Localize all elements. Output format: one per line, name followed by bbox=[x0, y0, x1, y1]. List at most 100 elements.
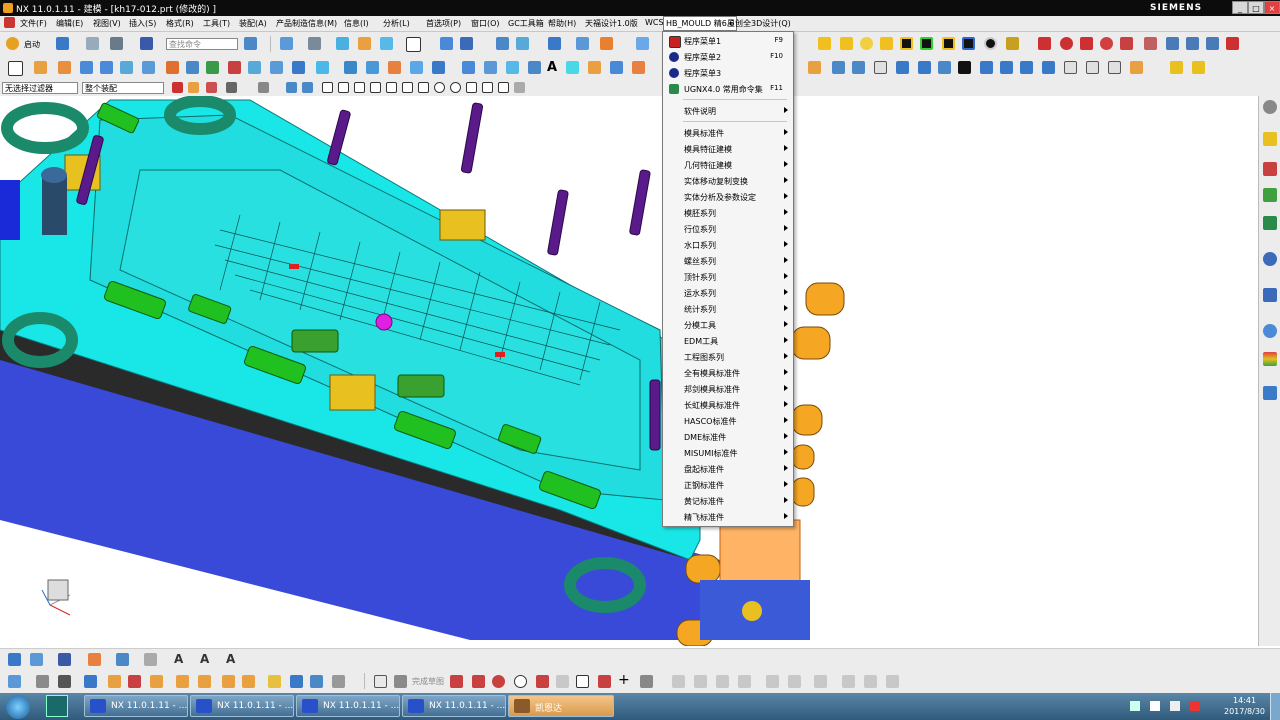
mould-tool-1-icon[interactable] bbox=[818, 37, 831, 50]
polygon-tool-icon[interactable] bbox=[598, 675, 611, 688]
route-icon[interactable] bbox=[290, 675, 303, 688]
pinned-app-icon[interactable] bbox=[46, 695, 68, 717]
menu-item-changhong-std[interactable]: 长虹模具标准件 bbox=[663, 397, 791, 413]
menu-item-solid-move-copy[interactable]: 实体移动复制变换 bbox=[663, 173, 791, 189]
tool-icon[interactable] bbox=[110, 37, 123, 50]
close-button[interactable]: × bbox=[1264, 1, 1280, 14]
mould-parts-icon[interactable] bbox=[1192, 61, 1205, 74]
bounded-plane-icon[interactable] bbox=[588, 61, 601, 74]
cube-view-icon[interactable] bbox=[336, 37, 349, 50]
mould-trim-icon[interactable] bbox=[832, 61, 845, 74]
light-icon[interactable] bbox=[108, 675, 121, 688]
measure-icon[interactable] bbox=[576, 37, 589, 50]
redo-icon[interactable] bbox=[86, 37, 99, 50]
wire-icon[interactable] bbox=[310, 675, 323, 688]
fit-icon[interactable] bbox=[280, 37, 293, 50]
blank-icon[interactable] bbox=[144, 653, 157, 666]
mould-table-icon[interactable] bbox=[1108, 61, 1121, 74]
assembly-icon[interactable] bbox=[496, 37, 509, 50]
move-face-icon[interactable] bbox=[366, 61, 379, 74]
menu-item-slide-series[interactable]: 行位系列 bbox=[663, 221, 791, 237]
bulb-icon[interactable] bbox=[860, 37, 873, 50]
menu-preferences[interactable]: 首选项(P) bbox=[426, 18, 461, 29]
show-hide-icon[interactable] bbox=[116, 653, 129, 666]
selection-scope-select[interactable]: 整个装配 bbox=[82, 82, 164, 94]
mould-tool-9-icon[interactable] bbox=[1006, 37, 1019, 50]
start-orb-icon[interactable] bbox=[6, 695, 30, 719]
copy-view-icon[interactable] bbox=[36, 675, 49, 688]
menu-item-huangji-std[interactable]: 黄记标准件 bbox=[663, 493, 791, 509]
snap-existing-icon[interactable] bbox=[482, 82, 493, 93]
mesh-icon[interactable] bbox=[84, 675, 97, 688]
menu-item-ugnx-commands[interactable]: UGNX4.0 常用命令集 F11 bbox=[663, 81, 791, 97]
mould-wizard-icon[interactable] bbox=[808, 61, 821, 74]
show-desktop-button[interactable] bbox=[1270, 693, 1280, 720]
move-icon[interactable] bbox=[460, 37, 473, 50]
pattern-icon[interactable] bbox=[1166, 37, 1179, 50]
mould-tool-7-icon[interactable] bbox=[962, 37, 975, 50]
settings-gear-icon[interactable] bbox=[332, 675, 345, 688]
hand-icon[interactable] bbox=[268, 675, 281, 688]
layer-settings-icon[interactable] bbox=[8, 653, 21, 666]
menu-item-bangjian-std[interactable]: 邦剑模具标准件 bbox=[663, 381, 791, 397]
menu-item-edm-tools[interactable]: EDM工具 bbox=[663, 333, 791, 349]
subtract-icon[interactable] bbox=[186, 61, 199, 74]
mould-tool-5-icon[interactable] bbox=[920, 37, 933, 50]
taskbar-task-nx-3[interactable]: NX 11.0.1.11 - ... bbox=[296, 695, 400, 717]
point-tool-icon[interactable]: + bbox=[618, 672, 630, 688]
mould-gate-icon[interactable] bbox=[918, 61, 931, 74]
menu-wcs[interactable]: WCS bbox=[645, 18, 664, 27]
mould-tool-8-icon[interactable] bbox=[984, 37, 997, 50]
show-constraints-icon[interactable] bbox=[788, 675, 801, 688]
text-tool-icon[interactable]: A bbox=[547, 60, 557, 75]
spline-icon[interactable] bbox=[1120, 37, 1133, 50]
deselect-icon[interactable] bbox=[226, 82, 237, 93]
maximize-button[interactable]: □ bbox=[1248, 1, 1264, 14]
start-button-label[interactable]: 启动 bbox=[24, 39, 40, 50]
arc-tool-icon[interactable] bbox=[492, 675, 505, 688]
mould-tool-3-icon[interactable] bbox=[880, 37, 893, 50]
trim-icon[interactable] bbox=[1226, 37, 1239, 50]
move-layer-icon[interactable] bbox=[30, 653, 43, 666]
snap-icon[interactable] bbox=[188, 82, 199, 93]
color-icon[interactable] bbox=[88, 653, 101, 666]
mould-tool-4-icon[interactable] bbox=[900, 37, 913, 50]
snap-point-icon[interactable] bbox=[418, 82, 429, 93]
snap-midpoint-icon[interactable] bbox=[338, 82, 349, 93]
menu-window[interactable]: 窗口(O) bbox=[471, 18, 500, 29]
taskbar-task-nx-1[interactable]: NX 11.0.1.11 - ... bbox=[84, 695, 188, 717]
offset-curve-icon[interactable] bbox=[640, 675, 653, 688]
volume-icon[interactable] bbox=[1170, 701, 1180, 711]
fillet-tool-icon[interactable] bbox=[536, 675, 549, 688]
line-tool-icon[interactable] bbox=[472, 675, 485, 688]
menu-item-geometry-feature-modeling[interactable]: 几何特征建模 bbox=[663, 157, 791, 173]
trim-body-icon[interactable] bbox=[410, 61, 423, 74]
menu-item-program-menu-1[interactable]: 程序菜单1 F9 bbox=[663, 33, 791, 49]
menu-gc-toolbox[interactable]: GC工具箱 bbox=[508, 18, 544, 29]
split-body-icon[interactable] bbox=[432, 61, 445, 74]
rapid-dimension-icon[interactable] bbox=[766, 675, 779, 688]
menu-item-punch-std[interactable]: 盘起标准件 bbox=[663, 461, 791, 477]
dimension-icon[interactable] bbox=[600, 37, 613, 50]
snap-tangent-icon[interactable] bbox=[402, 82, 413, 93]
menu-item-jingfei-std[interactable]: 精飞标准件 bbox=[663, 509, 791, 525]
snap-center-icon[interactable] bbox=[434, 82, 445, 93]
alert-icon[interactable] bbox=[1190, 701, 1200, 711]
menu-item-mould-feature-modeling[interactable]: 模具特征建模 bbox=[663, 141, 791, 157]
reuse-library-icon[interactable] bbox=[1263, 216, 1277, 230]
curve-icon[interactable] bbox=[1080, 37, 1093, 50]
menu-xingchuang-3d[interactable]: 星创全3D设计(Q) bbox=[727, 18, 791, 29]
menu-item-hasco-std[interactable]: HASCO标准件 bbox=[663, 413, 791, 429]
snap-view-icon[interactable] bbox=[8, 675, 21, 688]
rectangle-select-icon[interactable] bbox=[286, 82, 297, 93]
menu-item-drawing-series[interactable]: 工程图系列 bbox=[663, 349, 791, 365]
clock-date[interactable]: 2017/8/30 bbox=[1224, 707, 1265, 716]
menu-item-gate-series[interactable]: 水口系列 bbox=[663, 237, 791, 253]
menu-item-dme-std[interactable]: DME标准件 bbox=[663, 429, 791, 445]
web-browser-icon[interactable] bbox=[1263, 252, 1277, 266]
block-icon[interactable] bbox=[80, 61, 93, 74]
snap-curve-icon[interactable] bbox=[354, 82, 365, 93]
menu-item-parting-tools[interactable]: 分模工具 bbox=[663, 317, 791, 333]
network-icon[interactable] bbox=[1150, 701, 1160, 711]
taskbar-task-kaienda[interactable]: 凯恩达 bbox=[508, 695, 614, 717]
